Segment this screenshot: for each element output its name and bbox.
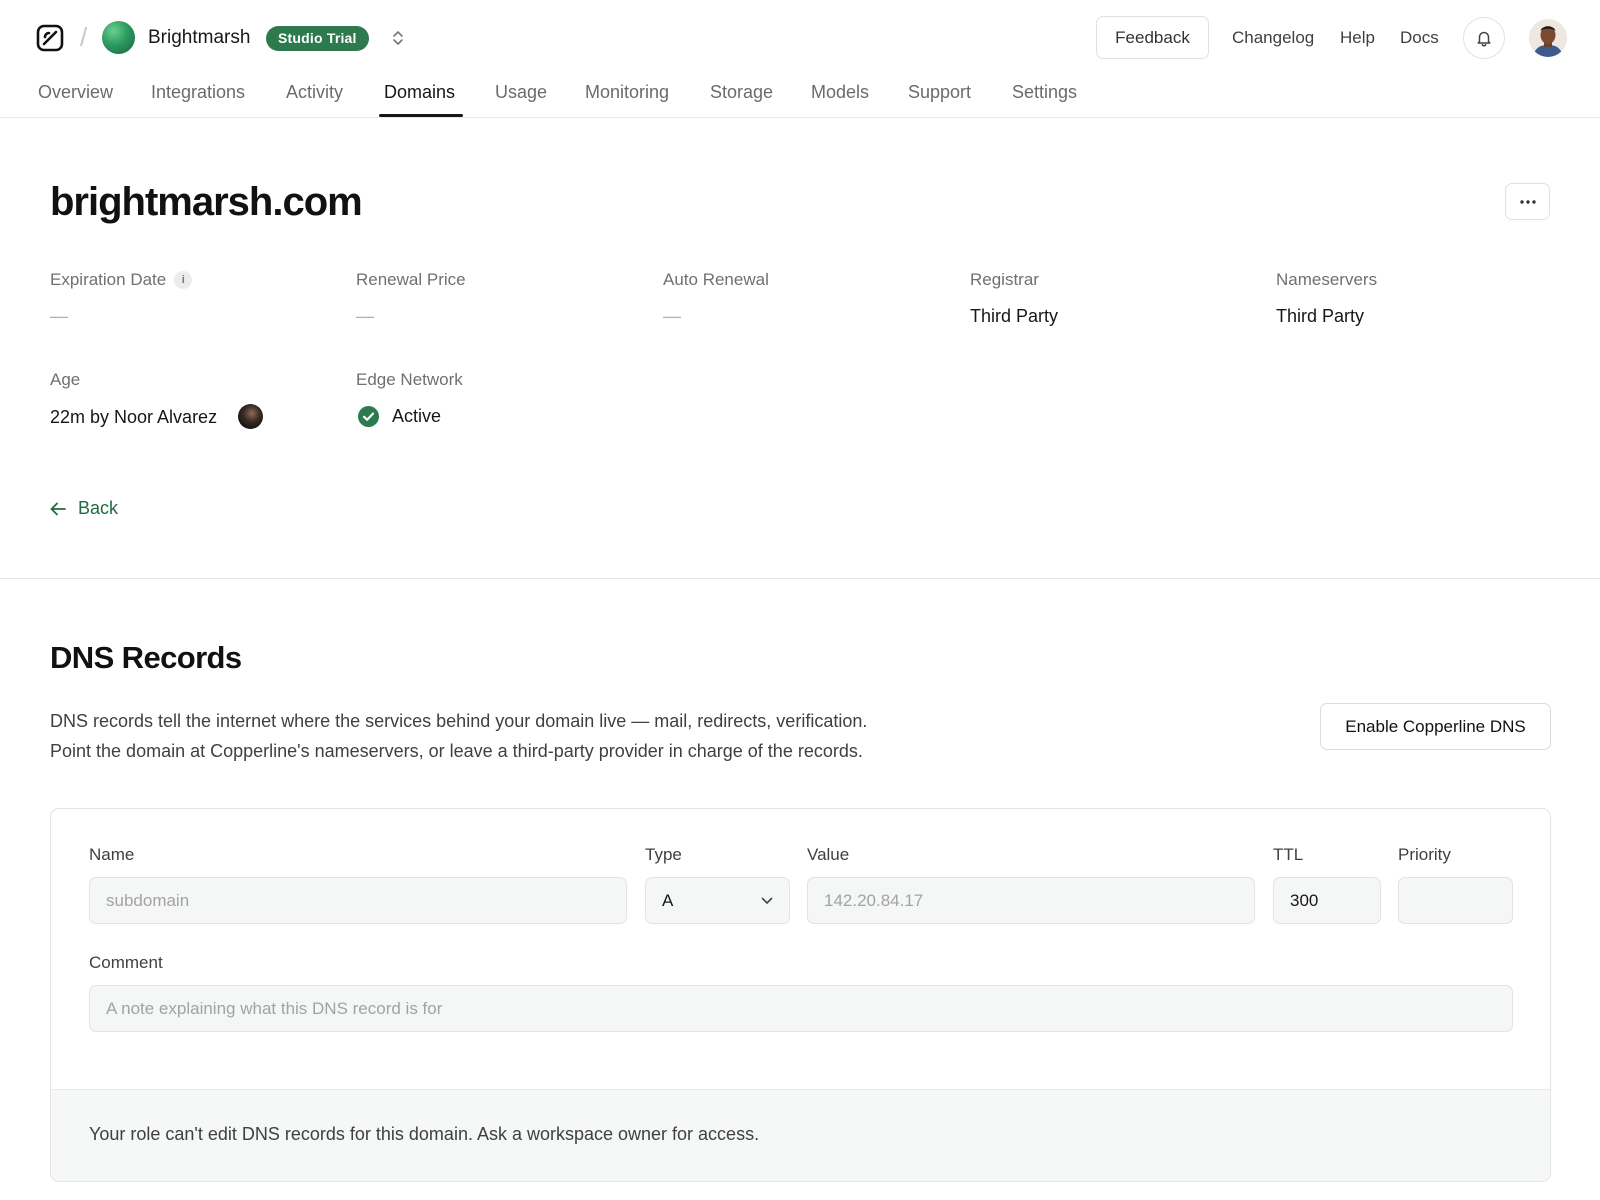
dns-section-title: DNS Records (50, 640, 242, 675)
permission-notice-text: Your role can't edit DNS records for thi… (89, 1124, 760, 1144)
more-options-button[interactable] (1505, 183, 1550, 220)
nameservers-label: Nameservers (1276, 270, 1378, 289)
enable-dns-button[interactable]: Enable Copperline DNS (1320, 703, 1551, 750)
edge-network-label: Edge Network (356, 370, 463, 389)
tab-domains[interactable]: Domains (384, 82, 455, 103)
nameservers-value: Third Party (1276, 306, 1365, 326)
priority-input[interactable] (1398, 877, 1513, 924)
top-bar: / Brightmarsh Studio Trial Feedback Chan… (0, 0, 1600, 76)
auto-renewal-label: Auto Renewal (663, 270, 769, 289)
team-name[interactable]: Brightmarsh (148, 27, 250, 49)
expiration-date-label: Expiration Date i (50, 270, 193, 290)
page-title: brightmarsh.com (50, 180, 363, 224)
team-avatar[interactable] (102, 21, 135, 54)
breadcrumb-separator: / (80, 22, 88, 52)
back-link[interactable]: Back (50, 498, 118, 519)
tab-integrations[interactable]: Integrations (151, 82, 245, 103)
check-circle-icon (358, 406, 379, 427)
age-value: 22m by Noor Alvarez (50, 407, 218, 427)
edge-network-value: Active (392, 406, 442, 426)
auto-renewal-value: — (663, 306, 681, 326)
registrar-value: Third Party (970, 306, 1059, 326)
permission-notice: Your role can't edit DNS records for thi… (51, 1089, 1550, 1181)
ttl-input[interactable] (1273, 877, 1381, 924)
comment-label: Comment (89, 953, 163, 972)
feedback-button[interactable]: Feedback (1096, 16, 1209, 59)
type-select[interactable]: A (645, 877, 790, 924)
more-horizontal-icon (1519, 199, 1536, 204)
registrar-label: Registrar (970, 270, 1039, 289)
tab-bar: Overview Integrations Activity Domains U… (0, 76, 1600, 118)
tab-activity[interactable]: Activity (286, 82, 343, 103)
tab-monitoring[interactable]: Monitoring (585, 82, 669, 103)
tab-overview[interactable]: Overview (38, 82, 113, 103)
name-input[interactable] (89, 877, 627, 924)
changelog-link[interactable]: Changelog (1232, 28, 1314, 48)
ttl-label: TTL (1273, 845, 1304, 864)
tab-support[interactable]: Support (908, 82, 971, 103)
trial-badge: Studio Trial (266, 26, 369, 51)
bell-icon (1477, 31, 1491, 47)
dns-description: DNS records tell the internet where the … (50, 711, 868, 761)
value-input[interactable] (807, 877, 1255, 924)
help-link[interactable]: Help (1340, 28, 1375, 48)
dns-record-form: Name Type A Value TTL Priority Comment Y… (50, 808, 1551, 1182)
logo-icon[interactable] (36, 24, 64, 52)
creator-avatar[interactable] (238, 404, 263, 429)
name-label: Name (89, 845, 135, 864)
tab-models[interactable]: Models (811, 82, 869, 103)
notifications-button[interactable] (1463, 17, 1505, 59)
expiration-date-value: — (50, 306, 68, 326)
active-tab-indicator (379, 114, 463, 117)
docs-link[interactable]: Docs (1400, 28, 1439, 48)
priority-label: Priority (1398, 845, 1451, 864)
tab-settings[interactable]: Settings (1012, 82, 1077, 103)
tab-usage[interactable]: Usage (495, 82, 547, 103)
renewal-price-value: — (356, 306, 374, 326)
user-avatar[interactable] (1529, 19, 1567, 57)
renewal-price-label: Renewal Price (356, 270, 466, 289)
chevron-updown-icon[interactable] (390, 28, 406, 48)
type-label: Type (645, 845, 682, 864)
comment-input[interactable] (89, 985, 1513, 1032)
tab-storage[interactable]: Storage (710, 82, 773, 103)
section-divider (0, 578, 1600, 579)
chevron-down-icon (761, 897, 773, 904)
value-label: Value (807, 845, 850, 864)
info-icon[interactable]: i (174, 271, 193, 289)
age-label: Age (50, 370, 81, 389)
arrow-left-icon (50, 502, 66, 515)
